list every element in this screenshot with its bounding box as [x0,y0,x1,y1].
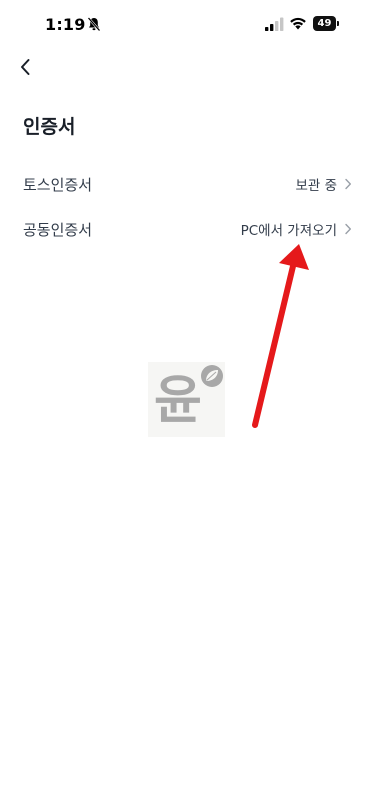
watermark-logo: 윤 [148,362,225,437]
cellular-signal-icon [265,17,284,31]
row-value: PC에서 가져오기 [240,223,337,239]
row-label: 토스인증서 [23,176,93,194]
logo-character: 윤 [154,371,202,431]
bell-muted-icon [87,17,101,32]
chevron-left-icon [21,59,30,75]
status-bar: 1:19 49 [0,0,370,50]
leaf-icon [201,365,223,387]
chevron-right-icon [345,223,351,235]
battery-indicator: 49 [313,16,340,31]
row-toss-certificate[interactable]: 토스인증서 보관 중 [0,161,370,207]
wifi-icon [290,17,306,30]
row-joint-certificate[interactable]: 공동인증서 PC에서 가져오기 [0,206,370,252]
row-value: 보관 중 [295,178,337,194]
row-label: 공동인증서 [23,221,93,239]
status-time: 1:19 [45,15,86,34]
back-button[interactable] [12,54,38,80]
chevron-right-icon [345,178,351,190]
page-title: 인증서 [23,116,76,138]
battery-level: 49 [317,18,332,29]
